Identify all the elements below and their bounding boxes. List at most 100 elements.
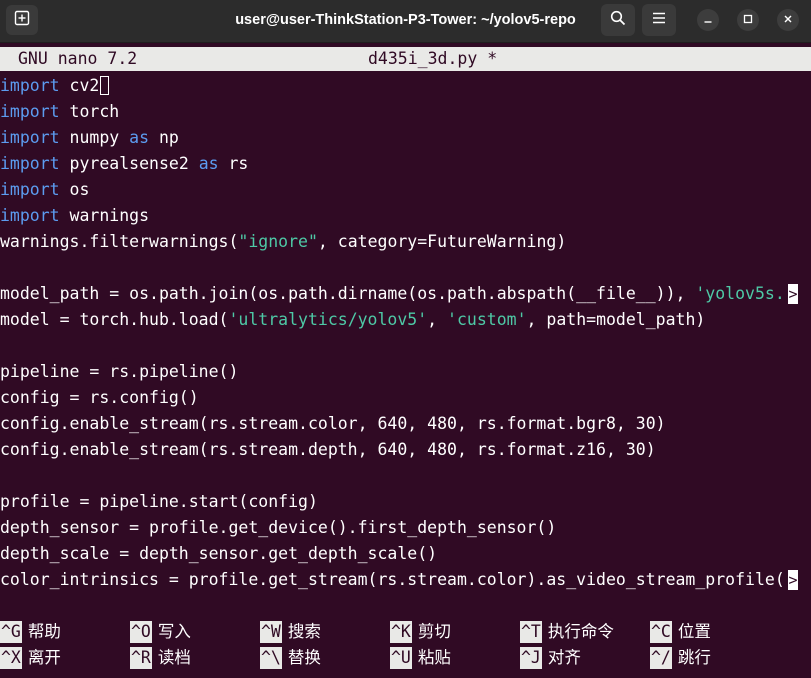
code-text: color_intrinsics = profile.get_stream(rs…: [0, 570, 785, 589]
code-text: model_path = os.path.join(os.path.dirnam…: [0, 284, 696, 303]
code-text: model = torch.hub.load(: [0, 310, 229, 329]
code-text: , category=FutureWarning): [317, 232, 567, 251]
string-token: 'yolov5s.: [695, 284, 785, 303]
shortcut-key: ^W: [260, 621, 282, 643]
shortcut-exit[interactable]: ^X 离开: [0, 645, 61, 671]
shortcut-label: 搜索: [287, 622, 321, 641]
code-text: pyrealsense2: [59, 154, 199, 173]
code-line: import os: [0, 177, 811, 203]
keyword-token: import: [0, 76, 60, 95]
minimize-button[interactable]: [697, 9, 719, 31]
search-icon: [610, 10, 626, 31]
maximize-icon: [743, 11, 753, 29]
code-text: rs: [218, 154, 249, 173]
keyword-token: import: [0, 128, 60, 147]
shortcut-label: 帮助: [27, 622, 61, 641]
code-text: torch: [59, 102, 120, 121]
code-line: depth_scale = depth_sensor.get_depth_sca…: [0, 544, 438, 563]
shortcut-key: ^G: [0, 621, 22, 643]
menu-button[interactable]: [642, 4, 676, 36]
shortcut-key: ^K: [390, 621, 412, 643]
shortcut-replace[interactable]: ^\ 替换: [260, 645, 321, 671]
shortcut-key: ^J: [520, 647, 542, 669]
text-cursor: [100, 76, 110, 95]
shortcut-key: ^\: [260, 647, 282, 669]
terminal-window: user@user-ThinkStation-P3-Tower: ~/yolov…: [0, 0, 811, 678]
code-line: warnings.filterwarnings("ignore", catego…: [0, 229, 811, 255]
maximize-button[interactable]: [737, 9, 759, 31]
shortcut-key: ^C: [650, 621, 672, 643]
code-text: ,: [427, 310, 448, 329]
shortcut-location[interactable]: ^C 位置: [650, 619, 711, 645]
shortcut-label: 跳行: [677, 648, 711, 667]
editor-text-area[interactable]: import cv2 import torch import numpy as …: [0, 73, 811, 593]
shortcut-label: 替换: [287, 648, 321, 667]
keyword-token: import: [0, 154, 60, 173]
code-line: import cv2: [0, 73, 811, 99]
code-line: config = rs.config(): [0, 388, 199, 407]
window-title: user@user-ThinkStation-P3-Tower: ~/yolov…: [235, 12, 576, 28]
shortcut-label: 离开: [27, 648, 61, 667]
shortcut-execute[interactable]: ^T 执行命令: [520, 619, 614, 645]
shortcut-key: ^X: [0, 647, 22, 669]
shortcut-key: ^T: [520, 621, 542, 643]
shortcut-paste[interactable]: ^U 粘贴: [390, 645, 451, 671]
code-line: depth_sensor = profile.get_device().firs…: [0, 518, 557, 537]
shortcut-label: 粘贴: [417, 648, 451, 667]
shortcut-label: 对齐: [547, 648, 581, 667]
code-text: numpy: [59, 128, 130, 147]
shortcut-help-bar: ^G 帮助 ^O 写入 ^W 搜索 ^K 剪切 ^T 执行命令 ^C 位置 ^X 离开 ^R 读…: [0, 619, 811, 671]
code-line: import torch: [0, 99, 811, 125]
shortcut-read-file[interactable]: ^R 读档: [130, 645, 191, 671]
keyword-token: import: [0, 102, 60, 121]
shortcut-key: ^U: [390, 647, 412, 669]
shortcut-key: ^R: [130, 647, 152, 669]
code-line: config.enable_stream(rs.stream.color, 64…: [0, 414, 666, 433]
code-line: profile = pipeline.start(config): [0, 492, 318, 511]
code-text: warnings.filterwarnings(: [0, 232, 239, 251]
code-line: model = torch.hub.load('ultralytics/yolo…: [0, 307, 811, 333]
shortcut-label: 写入: [157, 622, 191, 641]
code-text: cv2: [59, 76, 100, 95]
new-tab-icon: [14, 10, 30, 31]
keyword-token: import: [0, 206, 60, 225]
hamburger-menu-icon: [652, 11, 666, 29]
shortcut-key: ^O: [130, 621, 152, 643]
shortcut-help[interactable]: ^G 帮助: [0, 619, 61, 645]
new-tab-button[interactable]: [6, 5, 38, 35]
code-line: pipeline = rs.pipeline(): [0, 362, 239, 381]
line-overflow-marker: >: [788, 284, 798, 304]
nano-version: GNU nano 7.2: [18, 49, 138, 68]
file-name: d435i_3d.py *: [368, 49, 498, 68]
shortcut-write-out[interactable]: ^O 写入: [130, 619, 191, 645]
code-line: import numpy as np: [0, 125, 811, 151]
close-button[interactable]: [777, 9, 799, 31]
shortcut-label: 位置: [677, 622, 711, 641]
shortcut-key: ^/: [650, 647, 672, 669]
code-line: import pyrealsense2 as rs: [0, 151, 811, 177]
code-text: np: [149, 128, 179, 147]
code-line: model_path = os.path.join(os.path.dirnam…: [0, 281, 811, 307]
code-line: color_intrinsics = profile.get_stream(rs…: [0, 567, 811, 593]
shortcut-row: ^X 离开 ^R 读档 ^\ 替换 ^U 粘贴 ^J 对齐 ^/ 跳行: [0, 645, 811, 671]
keyword-token: as: [129, 128, 150, 147]
string-token: 'ultralytics/yolov5': [228, 310, 428, 329]
code-line: config.enable_stream(rs.stream.depth, 64…: [0, 440, 656, 459]
shortcut-cut[interactable]: ^K 剪切: [390, 619, 451, 645]
line-overflow-marker: >: [788, 570, 798, 590]
search-button[interactable]: [601, 4, 635, 36]
code-text: os: [59, 180, 90, 199]
close-icon: [783, 11, 793, 29]
shortcut-label: 读档: [157, 648, 191, 667]
shortcut-label: 执行命令: [547, 622, 614, 641]
shortcut-go-to-line[interactable]: ^/ 跳行: [650, 645, 711, 671]
code-text: , path=model_path): [526, 310, 706, 329]
keyword-token: import: [0, 180, 60, 199]
shortcut-row: ^G 帮助 ^O 写入 ^W 搜索 ^K 剪切 ^T 执行命令 ^C 位置: [0, 619, 811, 645]
minimize-icon: [703, 11, 713, 29]
string-token: "ignore": [238, 232, 318, 251]
shortcut-justify[interactable]: ^J 对齐: [520, 645, 581, 671]
shortcut-search[interactable]: ^W 搜索: [260, 619, 321, 645]
